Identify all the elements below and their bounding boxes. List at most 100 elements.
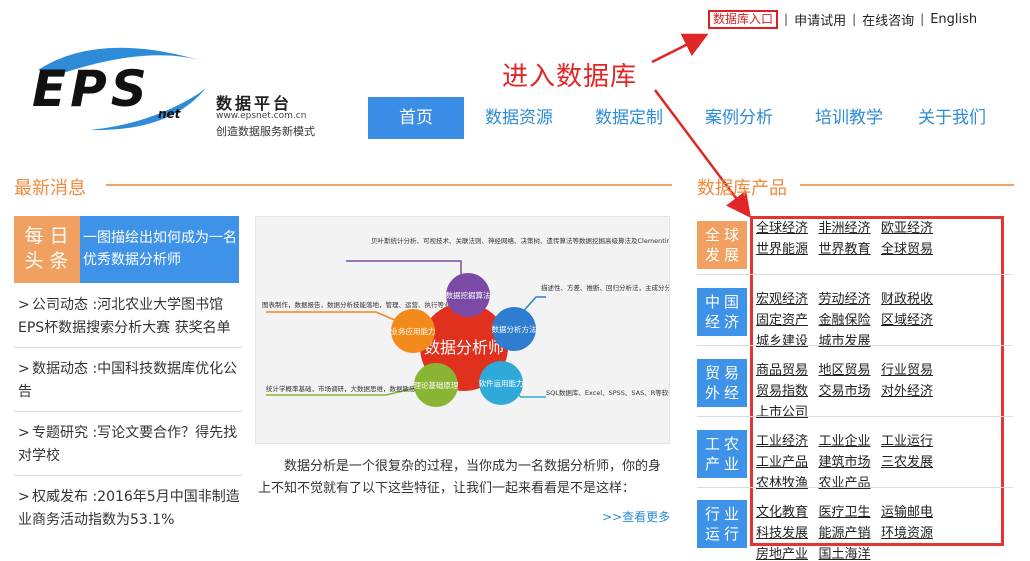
- product-link[interactable]: 财政税收: [881, 289, 944, 310]
- site-logo[interactable]: EPS net 数据平台 www.epsnet.com.cn 创造数据服务新模式: [30, 40, 330, 140]
- product-link[interactable]: 贸易指数: [756, 381, 819, 402]
- product-link[interactable]: 区域经济: [881, 310, 944, 331]
- category-trade[interactable]: 贸易 外经: [697, 359, 747, 407]
- product-link[interactable]: 劳动经济: [819, 289, 882, 310]
- product-link[interactable]: 全球贸易: [881, 239, 944, 260]
- product-link[interactable]: 国土海洋: [819, 544, 882, 561]
- product-link[interactable]: 交易市场: [819, 381, 882, 402]
- product-link[interactable]: 全球经济: [756, 218, 819, 239]
- product-link[interactable]: 科技发展: [756, 523, 819, 544]
- node-theory: 理论基础原理: [414, 380, 459, 390]
- product-link[interactable]: 建筑市场: [819, 452, 882, 473]
- news-item[interactable]: > 数据动态 :中国科技数据库优化公告: [14, 355, 242, 412]
- category-line1: 全球: [704, 226, 743, 244]
- nav-item-data-customization[interactable]: 数据定制: [574, 97, 684, 139]
- news-list: > 公司动态 :河北农业大学图书馆EPS杯数据搜索分析大赛 获奖名单 > 数据动态 …: [14, 291, 242, 546]
- product-link[interactable]: 商品贸易: [756, 360, 819, 381]
- product-link[interactable]: 三农发展: [881, 452, 944, 473]
- category-line1: 工农: [704, 435, 743, 453]
- product-link[interactable]: 农林牧渔: [756, 473, 819, 494]
- product-link[interactable]: 世界能源: [756, 239, 819, 260]
- product-link[interactable]: 城乡建设: [756, 331, 819, 352]
- product-link[interactable]: 行业贸易: [881, 360, 944, 381]
- logo-brand-sub: net: [158, 107, 182, 121]
- separator: |: [920, 12, 925, 26]
- product-link[interactable]: 文化教育: [756, 502, 819, 523]
- product-link[interactable]: 农业产品: [819, 473, 882, 494]
- category-line1: 中国: [704, 293, 743, 311]
- category-industry[interactable]: 工农 产业: [697, 430, 747, 478]
- article-description: 数据分析是一个很复杂的过程，当你成为一名数据分析师，你的身上不知不觉就有了以下这…: [258, 459, 662, 496]
- daily-tag-line2: 头条: [24, 250, 75, 272]
- category-items: 商品贸易 地区贸易 行业贸易 贸易指数 交易市场 对外经济 上市公司: [756, 360, 1002, 423]
- separator: |: [784, 12, 789, 26]
- apply-trial-link[interactable]: 申请试用: [794, 10, 846, 29]
- news-item-text[interactable]: 权威发布 :2016年5月中国非制造业商务活动指数为53.1%: [18, 489, 240, 528]
- nav-item-training[interactable]: 培训教学: [794, 97, 904, 139]
- product-link[interactable]: 上市公司: [756, 402, 819, 423]
- category-line2: 外经: [704, 384, 743, 402]
- top-links: 数据库入口 | 申请试用 | 在线咨询 | English: [708, 9, 977, 29]
- logo-brand: EPS: [32, 60, 151, 118]
- product-link[interactable]: 地区贸易: [819, 360, 882, 381]
- daily-headline-text[interactable]: 一图描绘出如何成为一名优秀数据分析师: [80, 216, 239, 283]
- nav-item-case-analysis[interactable]: 案例分析: [684, 97, 794, 139]
- news-item[interactable]: > 公司动态 :河北农业大学图书馆EPS杯数据搜索分析大赛 获奖名单: [14, 291, 242, 348]
- row-divider: [697, 274, 1013, 275]
- bullet-icon: >: [18, 297, 30, 313]
- product-link[interactable]: 房地产业: [756, 544, 819, 561]
- bullet-icon: >: [18, 425, 30, 441]
- category-line1: 行业: [704, 505, 743, 523]
- news-item-text[interactable]: 数据动态 :中国科技数据库优化公告: [18, 361, 237, 400]
- latest-news-title: 最新消息: [14, 178, 86, 199]
- main-nav: 首页 数据资源 数据定制 案例分析 培训教学 关于我们: [368, 97, 1000, 139]
- node-algorithms: 数据挖掘算法: [446, 290, 491, 300]
- product-link[interactable]: 欧亚经济: [881, 218, 944, 239]
- data-analyst-diagram[interactable]: 贝叶斯统计分析、可视技术、关联法则、神经网络、决策树、遗传算法等数据挖掘高级算法…: [255, 216, 937, 444]
- product-link[interactable]: 工业运行: [881, 431, 944, 452]
- nav-item-home[interactable]: 首页: [368, 97, 464, 139]
- note-algorithms: 贝叶斯统计分析、可视技术、关联法则、神经网络、决策树、遗传算法等数据挖掘高级算法…: [371, 236, 669, 245]
- product-link[interactable]: 工业经济: [756, 431, 819, 452]
- product-link[interactable]: 对外经济: [881, 381, 944, 402]
- product-link[interactable]: 固定资产: [756, 310, 819, 331]
- bullet-icon: >: [18, 361, 30, 377]
- product-link[interactable]: 金融保险: [819, 310, 882, 331]
- product-link[interactable]: 工业产品: [756, 452, 819, 473]
- nav-item-data-resources[interactable]: 数据资源: [464, 97, 574, 139]
- news-item[interactable]: > 专题研究 :写论文要合作？得先找对学校: [14, 419, 242, 476]
- arrow-to-entry-icon: [651, 33, 709, 64]
- product-link[interactable]: 城市发展: [819, 331, 882, 352]
- news-item-text[interactable]: 专题研究 :写论文要合作？得先找对学校: [18, 425, 237, 464]
- product-link[interactable]: 世界教育: [819, 239, 882, 260]
- products-divider: [800, 184, 1014, 186]
- separator: |: [852, 12, 857, 26]
- product-link[interactable]: 能源产销: [819, 523, 882, 544]
- annotation-label: 进入数据库: [502, 62, 638, 92]
- database-entry-link[interactable]: 数据库入口: [708, 9, 779, 29]
- category-line2: 发展: [704, 246, 743, 264]
- english-link[interactable]: English: [930, 12, 977, 27]
- category-sectors[interactable]: 行业 运行: [697, 500, 747, 548]
- product-link[interactable]: 运输邮电: [881, 502, 944, 523]
- category-line1: 贸易: [704, 364, 743, 382]
- node-software: 软件运用能力: [479, 378, 524, 388]
- daily-headline[interactable]: 每日 头条 一图描绘出如何成为一名优秀数据分析师: [14, 216, 239, 283]
- category-line2: 产业: [704, 455, 743, 473]
- row-divider: [697, 345, 1013, 346]
- category-china-economy[interactable]: 中国 经济: [697, 288, 747, 336]
- product-link[interactable]: 工业企业: [819, 431, 882, 452]
- product-link[interactable]: 环境资源: [881, 523, 944, 544]
- category-items: 文化教育 医疗卫生 运输邮电 科技发展 能源产销 环境资源 房地产业 国土海洋: [756, 502, 1002, 561]
- news-item[interactable]: > 权威发布 :2016年5月中国非制造业商务活动指数为53.1%: [14, 483, 242, 539]
- product-link[interactable]: 医疗卫生: [819, 502, 882, 523]
- news-item-text[interactable]: 公司动态 :河北农业大学图书馆EPS杯数据搜索分析大赛 获奖名单: [18, 297, 231, 336]
- nav-item-about[interactable]: 关于我们: [904, 97, 1000, 139]
- note-software: SQL数据库、Excel、SPSS、SAS、R等软件操作及应用能力: [546, 388, 669, 397]
- product-link[interactable]: 非洲经济: [819, 218, 882, 239]
- view-more-link[interactable]: >>查看更多: [602, 508, 670, 525]
- category-line2: 运行: [704, 525, 743, 543]
- product-link[interactable]: 宏观经济: [756, 289, 819, 310]
- online-consult-link[interactable]: 在线咨询: [862, 10, 914, 29]
- category-global-development[interactable]: 全球 发展: [697, 221, 747, 269]
